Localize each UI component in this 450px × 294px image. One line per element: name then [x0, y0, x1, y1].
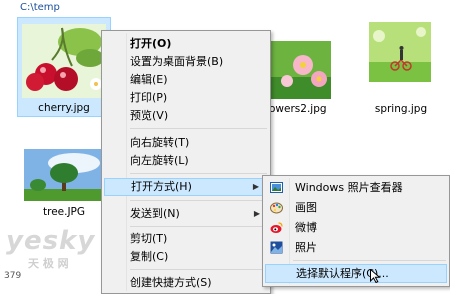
path-bar: C:\temp [20, 2, 60, 13]
file-name: spring.jpg [374, 103, 428, 115]
submenu-arrow-icon: ▶ [252, 182, 259, 191]
cherry-image [22, 24, 106, 98]
menu-separator [130, 173, 267, 174]
menu-item-print[interactable]: 打印(P) [104, 89, 268, 107]
menu-separator [130, 128, 267, 129]
menu-item-send-to-label: 发送到(N) [130, 207, 180, 220]
menu-item-preview[interactable]: 预览(V) [104, 107, 268, 125]
context-menu: 打开(O) 设置为桌面背景(B) 编辑(E) 打印(P) 预览(V) 向右旋转(… [101, 30, 271, 294]
menu-separator [130, 226, 267, 227]
menu-item-cut[interactable]: 剪切(T) [104, 230, 268, 248]
photos-icon [270, 241, 283, 254]
open-with-submenu: Windows 照片查看器 画图 微博 照片 选择默认程序(C)... [262, 175, 450, 287]
watermark-logo: yesky [6, 226, 96, 256]
submenu-item-label: 照片 [295, 241, 317, 254]
photo-viewer-icon [270, 181, 283, 194]
file-thumbnail-tree[interactable]: tree.JPG [17, 142, 111, 224]
file-name: owers2.jpg [269, 103, 327, 115]
menu-item-set-desktop-background[interactable]: 设置为桌面背景(B) [104, 53, 268, 71]
submenu-item-photos[interactable]: 照片 [265, 238, 447, 257]
menu-separator [130, 269, 267, 270]
file-name: tree.JPG [42, 206, 86, 218]
status-count: 379 [4, 271, 22, 281]
menu-item-open[interactable]: 打开(O) [104, 35, 268, 53]
submenu-item-weibo[interactable]: 微博 [265, 218, 447, 237]
submenu-item-label: 微博 [295, 221, 317, 234]
paint-icon [270, 201, 283, 214]
menu-item-rotate-right[interactable]: 向右旋转(T) [104, 134, 268, 152]
submenu-item-paint[interactable]: 画图 [265, 198, 447, 217]
spring-image [369, 22, 431, 82]
weibo-icon [270, 221, 283, 234]
menu-item-rotate-left[interactable]: 向左旋转(L) [104, 152, 268, 170]
submenu-item-photo-viewer[interactable]: Windows 照片查看器 [265, 178, 447, 197]
submenu-item-label: 画图 [295, 201, 317, 214]
mouse-cursor-icon [370, 268, 381, 286]
menu-item-copy[interactable]: 复制(C) [104, 248, 268, 266]
file-thumbnail-cherry[interactable]: cherry.jpg [17, 17, 111, 117]
menu-item-edit[interactable]: 编辑(E) [104, 71, 268, 89]
file-thumbnail-spring[interactable]: spring.jpg [360, 18, 442, 120]
flowers-image [269, 41, 331, 99]
menu-item-create-shortcut[interactable]: 创建快捷方式(S) [104, 274, 268, 292]
submenu-item-label: Windows 照片查看器 [295, 181, 403, 194]
submenu-separator [293, 260, 446, 261]
file-thumbnail-flowers2[interactable]: owers2.jpg [262, 38, 344, 120]
submenu-item-choose-default-program[interactable]: 选择默认程序(C)... [265, 264, 447, 283]
menu-item-open-with[interactable]: 打开方式(H) ▶ [104, 178, 268, 196]
menu-item-send-to[interactable]: 发送到(N) ▶ [104, 205, 268, 223]
menu-item-open-with-label: 打开方式(H) [131, 180, 192, 193]
file-name: cherry.jpg [38, 102, 90, 114]
menu-separator [130, 200, 267, 201]
tree-image [24, 149, 104, 201]
submenu-arrow-icon: ▶ [253, 209, 260, 218]
